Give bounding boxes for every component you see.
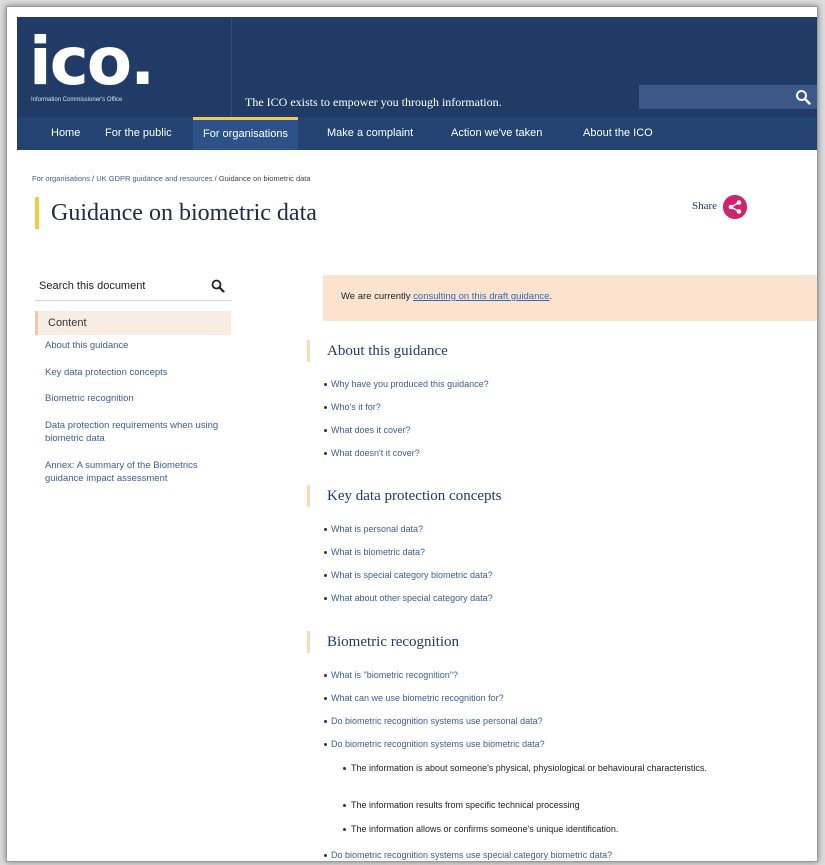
- logo-text: ico.: [29, 23, 155, 100]
- sidebar-content-heading: Content: [35, 311, 231, 335]
- toc-link[interactable]: Who's it for?: [324, 402, 381, 412]
- header-divider: [231, 17, 232, 117]
- notice-text: We are currently: [341, 291, 414, 302]
- toc-link[interactable]: What doesn't it cover?: [324, 448, 420, 458]
- search-icon[interactable]: [211, 279, 225, 293]
- sidebar-link-about-this-guidance[interactable]: About this guidance: [45, 339, 230, 352]
- breadcrumb-separator: /: [92, 174, 95, 183]
- toc-link[interactable]: What is biometric data?: [323, 547, 425, 557]
- toc-link[interactable]: Do biometric recognition systems use bio…: [324, 739, 545, 749]
- toc-link[interactable]: What does it cover?: [324, 425, 411, 435]
- site-header: ico. Information Commissioner's Office T…: [17, 17, 817, 117]
- notice-suffix: .: [549, 291, 553, 302]
- notice-link[interactable]: consulting on this draft guidance: [413, 291, 549, 302]
- nav-action-weve-taken[interactable]: Action we've taken: [441, 117, 552, 150]
- nav-for-the-public[interactable]: For the public: [95, 117, 182, 150]
- toc-link[interactable]: What about other special category data?: [324, 593, 493, 603]
- toc-link[interactable]: What is "biometric recognition"?: [324, 670, 458, 680]
- sidebar-link-biometric-recognition[interactable]: Biometric recognition: [45, 392, 230, 405]
- toc-link[interactable]: What is personal data?: [323, 524, 423, 534]
- share-label: Share: [691, 200, 717, 212]
- toc-sub-item: The information results from specific te…: [343, 799, 791, 812]
- document-search-placeholder: Search this document: [39, 280, 146, 292]
- toc-sub-item: The information allows or confirms someo…: [343, 823, 791, 836]
- ico-logo[interactable]: ico. Information Commissioner's Office: [29, 23, 239, 113]
- breadcrumb: For organisations / UK GDPR guidance and…: [32, 174, 311, 183]
- breadcrumb-link[interactable]: UK GDPR guidance and resources: [96, 174, 212, 183]
- nav-make-a-complaint[interactable]: Make a complaint: [317, 117, 423, 150]
- section-heading-about-this-guidance: About this guidance: [307, 340, 448, 362]
- breadcrumb-link[interactable]: For organisations: [32, 174, 90, 183]
- nav-for-organisations[interactable]: For organisations: [193, 117, 298, 150]
- section-heading-biometric-recognition: Biometric recognition: [307, 631, 459, 653]
- breadcrumb-separator: /: [214, 174, 217, 183]
- nav-about-the-ico[interactable]: About the ICO: [573, 117, 663, 150]
- toc-link[interactable]: Do biometric recognition systems use spe…: [323, 850, 612, 860]
- section-heading-key-data-protection-concepts: Key data protection concepts: [307, 485, 502, 507]
- sidebar-link-annex-summary[interactable]: Annex: A summary of the Biometrics guida…: [45, 459, 230, 485]
- sidebar-link-key-data-protection-concepts[interactable]: Key data protection concepts: [45, 366, 230, 379]
- toc-link[interactable]: What can we use biometric recognition fo…: [324, 693, 504, 703]
- toc-link[interactable]: What is special category biometric data?: [324, 570, 493, 580]
- main-nav: Home For the public For organisations Ma…: [17, 117, 817, 150]
- share-icon[interactable]: [723, 195, 747, 219]
- browser-frame: ico. Information Commissioner's Office T…: [6, 6, 818, 862]
- toc-sub-item: The information is about someone's physi…: [343, 762, 791, 775]
- sidebar-link-data-protection-requirements[interactable]: Data protection requirements when using …: [45, 419, 230, 445]
- search-icon[interactable]: [795, 89, 811, 105]
- page-title: Guidance on biometric data: [51, 200, 317, 226]
- toc-link[interactable]: Do biometric recognition systems use per…: [324, 716, 543, 726]
- breadcrumb-current: Guidance on biometric data: [218, 174, 311, 183]
- site-search-input[interactable]: [639, 85, 817, 109]
- page-title-block: Guidance on biometric data: [35, 197, 317, 229]
- nav-home[interactable]: Home: [41, 117, 90, 150]
- toc-link[interactable]: Why have you produced this guidance?: [324, 379, 489, 389]
- site-tagline: The ICO exists to empower you through in…: [245, 95, 502, 109]
- consultation-notice: We are currently consulting on this draf…: [323, 275, 817, 321]
- document-search[interactable]: Search this document: [35, 273, 231, 301]
- logo-subtext: Information Commissioner's Office: [31, 97, 123, 103]
